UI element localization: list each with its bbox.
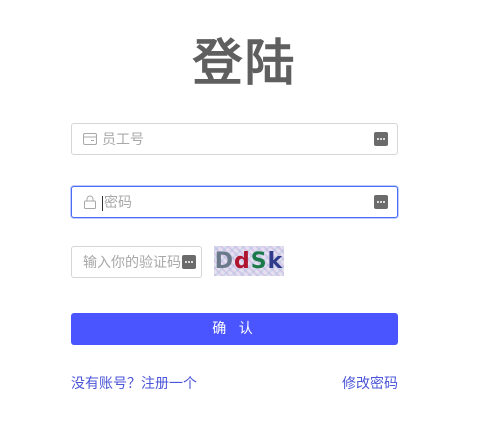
login-page: 登陆 员工号 密码 输入你的验证码 D d S k 确 认 没有账号？注册一个 … bbox=[0, 0, 489, 423]
password-manager-icon[interactable] bbox=[374, 195, 388, 209]
employee-id-placeholder: 员工号 bbox=[102, 132, 144, 148]
password-manager-icon[interactable] bbox=[374, 132, 388, 146]
text-cursor bbox=[102, 195, 103, 211]
register-link[interactable]: 没有账号？注册一个 bbox=[71, 373, 197, 393]
confirm-button[interactable]: 确 认 bbox=[71, 313, 398, 345]
captcha-char: S bbox=[250, 248, 268, 274]
password-field[interactable]: 密码 bbox=[71, 186, 398, 218]
captcha-input[interactable]: 输入你的验证码 bbox=[71, 246, 202, 278]
lock-icon bbox=[83, 195, 97, 209]
change-password-link[interactable]: 修改密码 bbox=[342, 373, 398, 393]
captcha-image[interactable]: D d S k bbox=[214, 246, 284, 276]
employee-id-field[interactable]: 员工号 bbox=[71, 123, 398, 155]
id-card-icon bbox=[83, 132, 97, 146]
page-title: 登陆 bbox=[192, 33, 297, 92]
captcha-char: k bbox=[267, 248, 284, 274]
captcha-placeholder: 输入你的验证码 bbox=[83, 255, 181, 271]
captcha-char: D bbox=[214, 248, 234, 274]
password-manager-icon[interactable] bbox=[182, 255, 196, 269]
password-placeholder: 密码 bbox=[104, 195, 132, 211]
captcha-char: d bbox=[234, 248, 251, 274]
